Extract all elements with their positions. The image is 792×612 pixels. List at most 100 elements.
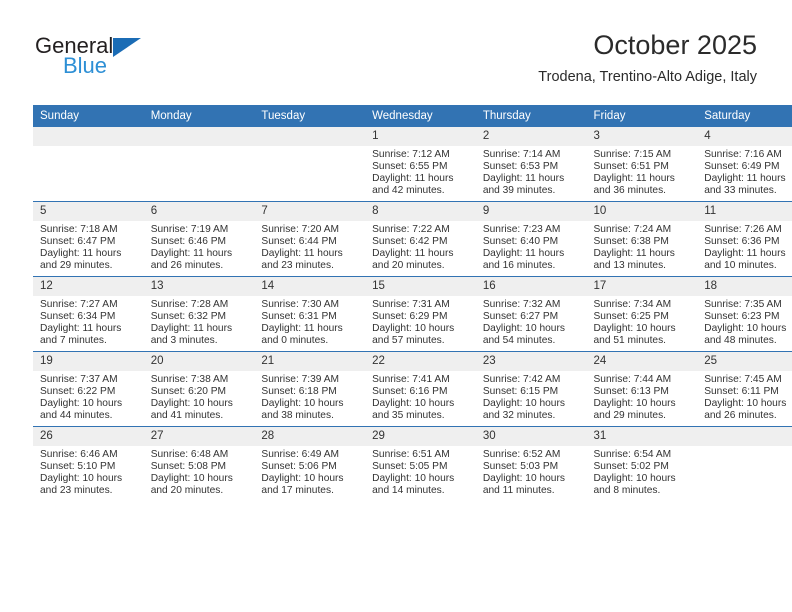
daylight-line-1: Daylight: 10 hours — [482, 323, 565, 335]
day-number: 28 — [254, 427, 366, 446]
calendar-day-cell[interactable]: 2 Sunrise: 7:14 AM Sunset: 6:53 PM Daylight… — [475, 127, 587, 202]
daylight-line-2: and 7 minutes. — [40, 335, 107, 347]
sunset-time: Sunset: 6:44 PM — [261, 236, 337, 248]
sunset-time: Sunset: 5:02 PM — [593, 461, 669, 473]
sunset-time: Sunset: 5:05 PM — [372, 461, 448, 473]
daylight-line-1: Daylight: 11 hours — [261, 248, 343, 260]
weekday-header-thursday: Thursday — [475, 105, 587, 127]
calendar-day-cell[interactable]: 15 Sunrise: 7:31 AM Sunset: 6:29 PM Dayligh… — [365, 276, 476, 352]
day-details: Sunrise: 7:42 AM Sunset: 6:15 PM Daylight:… — [476, 371, 587, 422]
calendar-day-cell[interactable]: 28 Sunrise: 6:49 AM Sunset: 5:06 PM Dayligh… — [254, 426, 366, 501]
calendar-day-cell[interactable]: 20 Sunrise: 7:38 AM Sunset: 6:20 PM Dayligh… — [143, 351, 255, 427]
calendar-day-cell[interactable]: 10 Sunrise: 7:24 AM Sunset: 6:38 PM Dayligh… — [586, 201, 698, 277]
page-header: General Blue October 2025 Trodena, Trent… — [35, 28, 757, 98]
calendar-day-cell[interactable]: 5 Sunrise: 7:18 AM Sunset: 6:47 PM Daylight… — [33, 201, 144, 277]
sunset-time: Sunset: 6:55 PM — [372, 161, 448, 173]
day-details: Sunrise: 7:19 AM Sunset: 6:46 PM Daylight:… — [144, 221, 255, 272]
sunrise-time: Sunrise: 7:34 AM — [593, 299, 672, 310]
weekday-header-sunday: Sunday — [33, 105, 144, 127]
daylight-line-1: Daylight: 11 hours — [40, 248, 122, 260]
triangle-icon — [113, 38, 142, 57]
calendar-day-cell[interactable]: 9 Sunrise: 7:23 AM Sunset: 6:40 PM Daylight… — [475, 201, 587, 277]
daylight-line-2: and 23 minutes. — [40, 485, 113, 497]
sunset-time: Sunset: 5:03 PM — [482, 461, 559, 473]
calendar-day-cell[interactable]: 23 Sunrise: 7:42 AM Sunset: 6:15 PM Dayligh… — [475, 351, 587, 427]
sunrise-time: Sunrise: 6:49 AM — [261, 449, 339, 460]
calendar-day-cell[interactable]: 22 Sunrise: 7:41 AM Sunset: 6:16 PM Dayligh… — [365, 351, 476, 427]
calendar-day-cell[interactable]: 30 Sunrise: 6:52 AM Sunset: 5:03 PM Dayligh… — [475, 426, 587, 501]
calendar-day-cell[interactable]: 13 Sunrise: 7:28 AM Sunset: 6:32 PM Dayligh… — [143, 276, 255, 352]
calendar-day-cell[interactable]: 1 Sunrise: 7:12 AM Sunset: 6:55 PM Daylight… — [365, 127, 476, 202]
day-details — [144, 146, 255, 149]
daylight-line-1: Daylight: 11 hours — [482, 173, 565, 185]
day-number: 30 — [475, 427, 587, 446]
daylight-line-1: Daylight: 10 hours — [372, 473, 455, 485]
calendar-day-cell[interactable]: 29 Sunrise: 6:51 AM Sunset: 5:05 PM Dayligh… — [365, 426, 476, 501]
sunrise-time: Sunrise: 7:30 AM — [261, 299, 339, 310]
sunrise-time: Sunrise: 6:54 AM — [593, 449, 672, 460]
day-details: Sunrise: 7:23 AM Sunset: 6:40 PM Daylight:… — [476, 221, 587, 272]
sunrise-time: Sunrise: 7:45 AM — [704, 374, 782, 385]
calendar-day-cell[interactable]: 31 Sunrise: 6:54 AM Sunset: 5:02 PM Dayligh… — [586, 426, 698, 501]
sunrise-time: Sunrise: 7:27 AM — [40, 299, 118, 310]
day-details: Sunrise: 7:37 AM Sunset: 6:22 PM Daylight:… — [33, 371, 144, 422]
calendar-day-cell[interactable]: 17 Sunrise: 7:34 AM Sunset: 6:25 PM Dayligh… — [586, 276, 698, 352]
calendar-day-cell[interactable]: 24 Sunrise: 7:44 AM Sunset: 6:13 PM Dayligh… — [586, 351, 698, 427]
page-title: October 2025 — [593, 30, 757, 60]
daylight-line-1: Daylight: 10 hours — [593, 398, 676, 410]
calendar-day-cell[interactable]: 21 Sunrise: 7:39 AM Sunset: 6:18 PM Dayligh… — [254, 351, 366, 427]
calendar-day-cell[interactable]: 6 Sunrise: 7:19 AM Sunset: 6:46 PM Daylight… — [143, 201, 255, 277]
day-number: 16 — [475, 277, 587, 296]
sunrise-time: Sunrise: 7:23 AM — [482, 224, 561, 235]
daylight-line-2: and 35 minutes. — [372, 410, 445, 422]
calendar-day-cell[interactable]: 16 Sunrise: 7:32 AM Sunset: 6:27 PM Dayligh… — [475, 276, 587, 352]
daylight-line-2: and 36 minutes. — [593, 185, 667, 197]
daylight-line-1: Daylight: 10 hours — [372, 323, 455, 335]
logo-word-general: General — [35, 33, 114, 58]
day-number: 18 — [697, 277, 792, 296]
daylight-line-2: and 14 minutes. — [372, 485, 445, 497]
day-details: Sunrise: 7:28 AM Sunset: 6:32 PM Daylight:… — [144, 296, 255, 347]
day-details: Sunrise: 7:31 AM Sunset: 6:29 PM Daylight:… — [365, 296, 476, 347]
sunset-time: Sunset: 6:42 PM — [372, 236, 448, 248]
calendar-day-cell[interactable]: 12 Sunrise: 7:27 AM Sunset: 6:34 PM Dayligh… — [33, 276, 144, 352]
day-number: 26 — [33, 427, 144, 446]
day-number: 6 — [143, 202, 255, 221]
sunset-time: Sunset: 5:06 PM — [261, 461, 337, 473]
daylight-line-1: Daylight: 11 hours — [593, 173, 675, 185]
day-number: 4 — [697, 127, 792, 146]
daylight-line-1: Daylight: 10 hours — [482, 398, 565, 410]
day-number: 25 — [697, 352, 792, 371]
page-subtitle: Trodena, Trentino-Alto Adige, Italy — [538, 69, 757, 85]
calendar-day-cell[interactable]: 3 Sunrise: 7:15 AM Sunset: 6:51 PM Daylight… — [586, 127, 698, 202]
day-details: Sunrise: 7:34 AM Sunset: 6:25 PM Daylight:… — [587, 296, 698, 347]
daylight-line-1: Daylight: 10 hours — [40, 473, 123, 485]
daylight-line-2: and 41 minutes. — [150, 410, 224, 422]
calendar-day-cell[interactable]: 7 Sunrise: 7:20 AM Sunset: 6:44 PM Daylight… — [254, 201, 366, 277]
calendar-day-cell[interactable]: 26 Sunrise: 6:46 AM Sunset: 5:10 PM Dayligh… — [33, 426, 144, 501]
calendar-day-cell[interactable]: 4 Sunrise: 7:16 AM Sunset: 6:49 PM Daylight… — [697, 127, 792, 202]
daylight-line-1: Daylight: 10 hours — [40, 398, 123, 410]
day-details — [254, 146, 365, 149]
daylight-line-1: Daylight: 10 hours — [261, 398, 344, 410]
daylight-line-2: and 17 minutes. — [261, 485, 334, 497]
calendar-day-cell[interactable]: 27 Sunrise: 6:48 AM Sunset: 5:08 PM Dayligh… — [143, 426, 255, 501]
calendar-day-cell[interactable]: 11 Sunrise: 7:26 AM Sunset: 6:36 PM Dayligh… — [697, 201, 792, 277]
sunrise-time: Sunrise: 7:26 AM — [704, 224, 782, 235]
day-number — [33, 127, 144, 146]
daylight-line-1: Daylight: 10 hours — [372, 398, 455, 410]
day-details: Sunrise: 6:51 AM Sunset: 5:05 PM Daylight:… — [365, 446, 476, 497]
calendar-day-cell[interactable]: 8 Sunrise: 7:22 AM Sunset: 6:42 PM Daylight… — [365, 201, 476, 277]
daylight-line-1: Daylight: 11 hours — [482, 248, 565, 260]
daylight-line-1: Daylight: 10 hours — [150, 473, 233, 485]
day-details: Sunrise: 7:26 AM Sunset: 6:36 PM Daylight:… — [697, 221, 792, 272]
calendar-day-cell[interactable]: 14 Sunrise: 7:30 AM Sunset: 6:31 PM Dayligh… — [254, 276, 366, 352]
calendar-day-cell[interactable]: 25 Sunrise: 7:45 AM Sunset: 6:11 PM Dayligh… — [697, 351, 792, 427]
day-details: Sunrise: 6:52 AM Sunset: 5:03 PM Daylight:… — [476, 446, 587, 497]
calendar-day-cell[interactable]: 18 Sunrise: 7:35 AM Sunset: 6:23 PM Dayligh… — [697, 276, 792, 352]
sunrise-time: Sunrise: 6:52 AM — [482, 449, 561, 460]
calendar-day-cell[interactable]: 19 Sunrise: 7:37 AM Sunset: 6:22 PM Dayligh… — [33, 351, 144, 427]
daylight-line-2: and 11 minutes. — [482, 485, 555, 497]
calendar-empty-cell — [33, 127, 144, 202]
calendar-body: 1 Sunrise: 7:12 AM Sunset: 6:55 PM Daylight… — [33, 127, 792, 501]
